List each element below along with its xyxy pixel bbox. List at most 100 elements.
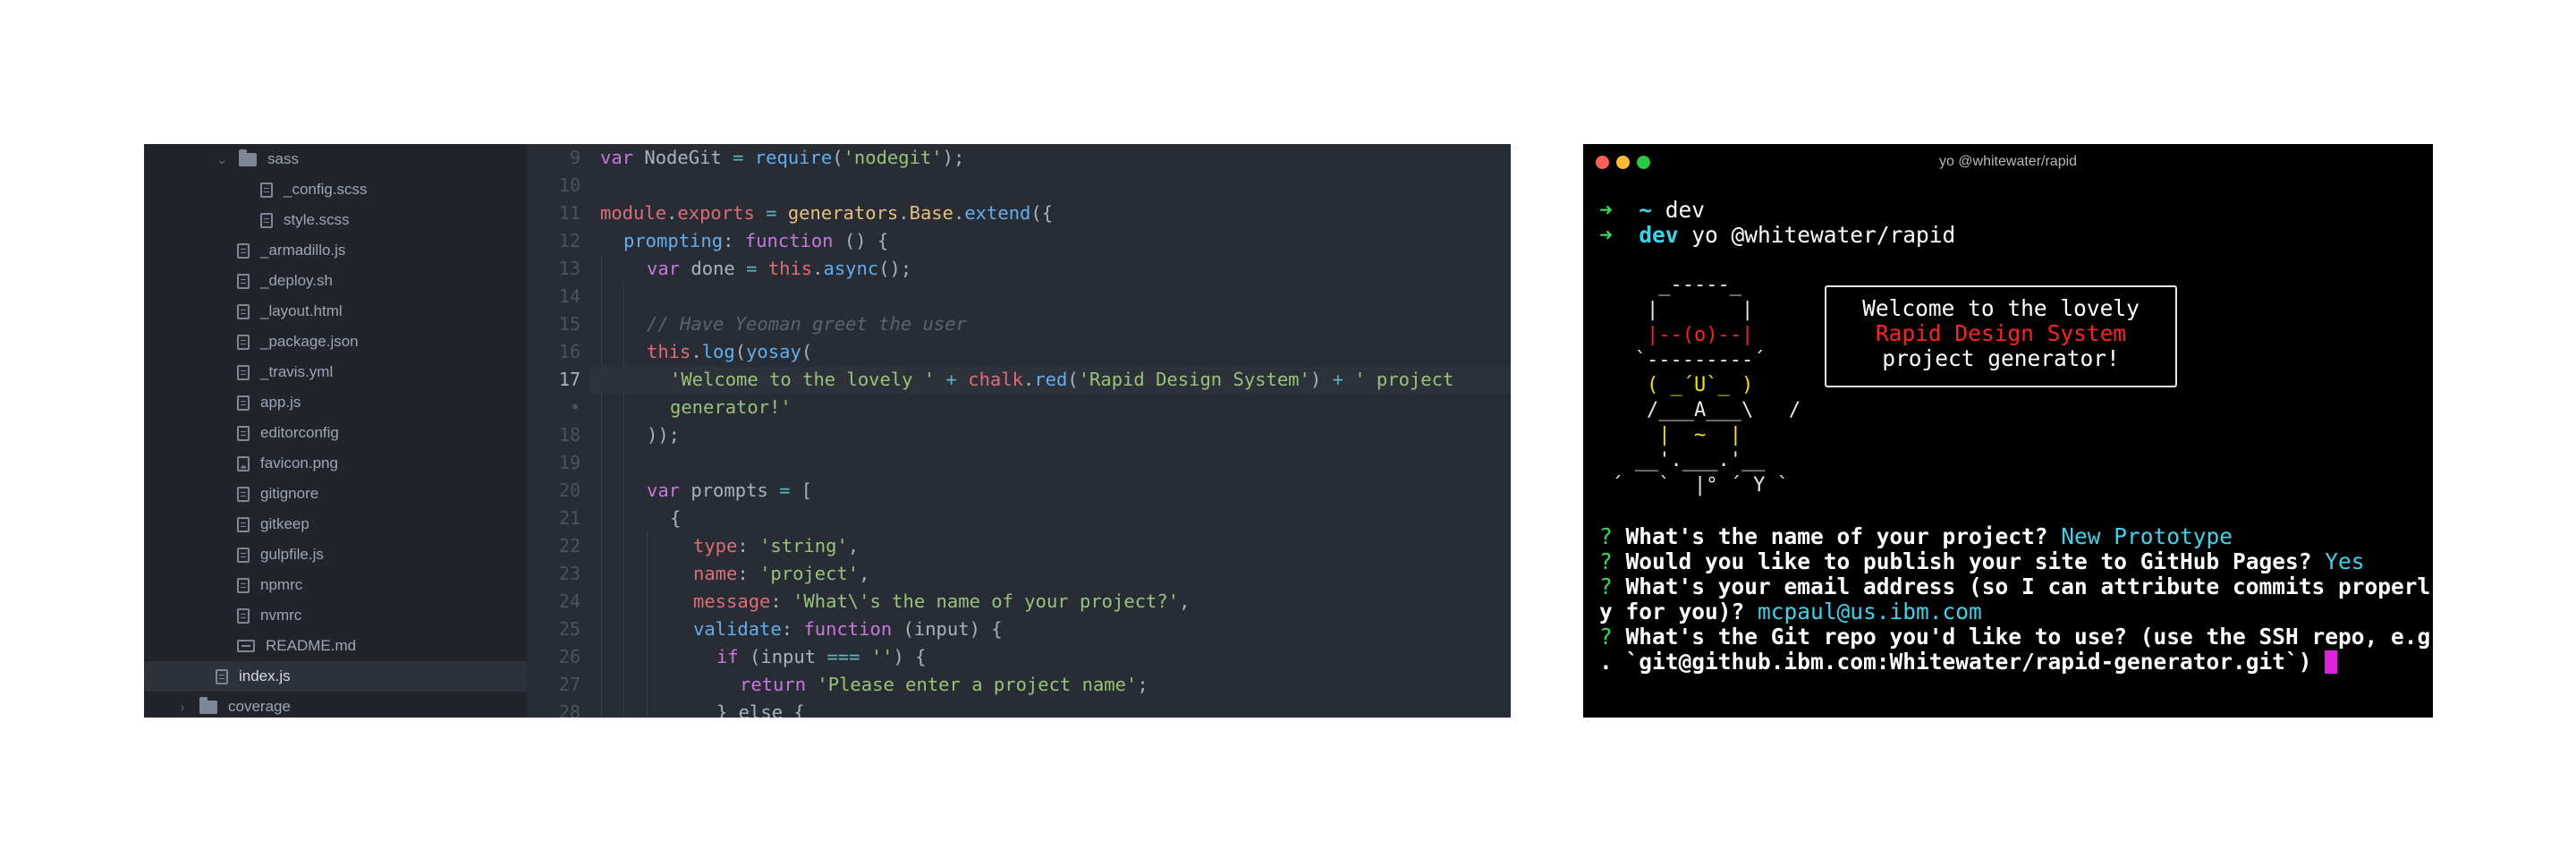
- tree-item-label: sass: [267, 150, 299, 167]
- code-line: return 'Please enter a project name';: [740, 674, 1148, 695]
- prompt-line: y for you)? mcpaul@us.ibm.com: [1599, 599, 1982, 624]
- line-number: 18: [558, 424, 580, 446]
- prompt-line-current[interactable]: . `git@github.ibm.com:Whitewater/rapid-g…: [1599, 650, 2419, 675]
- line-number: 27: [558, 674, 580, 695]
- window-title: yo @whitewater/rapid: [1938, 154, 2078, 169]
- code-line: prompting: function () {: [623, 230, 889, 251]
- line-number: 19: [558, 452, 580, 473]
- code-line: ));: [647, 424, 681, 446]
- chevron-right-icon[interactable]: ›: [174, 692, 191, 718]
- tree-file-package[interactable]: _package.json: [144, 327, 527, 357]
- ascii-line: ´ ` |° ´ Y `: [1599, 474, 1789, 497]
- tree-item-label: index.js: [239, 667, 291, 684]
- tree-file-armadillo[interactable]: _armadillo.js: [144, 235, 527, 266]
- tree-folder-sass[interactable]: ⌄ sass: [144, 144, 527, 174]
- ascii-line: `---------´: [1599, 349, 1766, 371]
- tree-file-gitignore[interactable]: gitignore: [144, 479, 527, 509]
- line-number: 23: [558, 563, 580, 584]
- code-line-wrapped: generator!': [670, 396, 792, 418]
- tree-file-npmrc[interactable]: npmrc: [144, 570, 527, 600]
- tree-file-nvmrc[interactable]: nvmrc: [144, 600, 527, 631]
- code-line: message: 'What\'s the name of your proje…: [693, 590, 1191, 612]
- code-line: var NodeGit = require('nodegit');: [600, 147, 965, 168]
- tree-item-label: gulpfile.js: [260, 546, 324, 563]
- code-line: } else {: [716, 701, 805, 718]
- code-editor-window: ⌄ sass _config.scss style.scss _armadill…: [144, 144, 1511, 718]
- file-icon: [237, 334, 250, 350]
- ascii-line: __'.___.'__: [1599, 449, 1766, 471]
- file-icon: [237, 303, 250, 319]
- tree-file-index-js[interactable]: index.js: [144, 661, 527, 692]
- tree-item-label: _armadillo.js: [260, 242, 346, 259]
- tree-item-label: style.scss: [284, 211, 350, 228]
- line-number: 25: [558, 618, 580, 640]
- terminal-window: yo @whitewater/rapid ➜ ~ dev ➜ dev yo @w…: [1583, 144, 2433, 718]
- tree-file-favicon[interactable]: favicon.png: [144, 448, 527, 479]
- line-number: 20: [558, 480, 580, 501]
- tree-file-readme[interactable]: README.md: [144, 631, 527, 661]
- line-number: 28: [558, 701, 580, 718]
- tree-folder-coverage[interactable]: › coverage: [144, 692, 527, 718]
- file-icon: [216, 668, 228, 684]
- tree-file-travis[interactable]: _travis.yml: [144, 357, 527, 387]
- tree-item-label: _travis.yml: [260, 363, 334, 380]
- line-number: 9: [569, 147, 580, 168]
- folder-open-icon: [239, 149, 257, 166]
- tree-item-label: coverage: [228, 698, 291, 715]
- welcome-message-box: Welcome to the lovely Rapid Design Syste…: [1825, 285, 2177, 387]
- terminal-history-line: ➜ dev yo @whitewater/rapid: [1599, 222, 1956, 248]
- file-icon: [237, 364, 250, 380]
- tree-file-gulpfile[interactable]: gulpfile.js: [144, 539, 527, 570]
- file-icon: [260, 212, 273, 228]
- tree-file-config-scss[interactable]: _config.scss: [144, 174, 527, 205]
- tree-file-editorconfig[interactable]: editorconfig: [144, 418, 527, 448]
- chevron-down-icon[interactable]: ⌄: [214, 144, 230, 174]
- file-icon: [237, 547, 250, 563]
- code-line: module.exports = generators.Base.extend(…: [600, 202, 1054, 224]
- terminal-cursor: [2325, 650, 2338, 674]
- line-wrap-marker: •: [569, 396, 580, 418]
- tree-item-label: _config.scss: [284, 181, 368, 198]
- code-line: var done = this.async();: [647, 258, 912, 279]
- file-icon: [237, 607, 250, 624]
- tree-file-layout[interactable]: _layout.html: [144, 296, 527, 327]
- line-number: 16: [558, 341, 580, 362]
- line-number: 11: [558, 202, 580, 224]
- file-icon: [237, 242, 250, 259]
- tree-item-label: favicon.png: [260, 454, 338, 471]
- tree-item-label: _layout.html: [260, 302, 343, 319]
- terminal-titlebar: yo @whitewater/rapid: [1583, 144, 2433, 180]
- line-number: 12: [558, 230, 580, 251]
- code-line: validate: function (input) {: [693, 618, 1003, 640]
- code-line: // Have Yeoman greet the user: [647, 313, 967, 335]
- ascii-line: | ~ |: [1599, 424, 1741, 446]
- line-number: 24: [558, 590, 580, 612]
- file-icon: [260, 182, 273, 198]
- tree-item-label: _deploy.sh: [260, 272, 333, 289]
- line-number: 14: [558, 285, 580, 307]
- tree-file-app[interactable]: app.js: [144, 387, 527, 418]
- file-icon: [237, 395, 250, 411]
- generator-prompts[interactable]: ? What's the name of your project? New P…: [1599, 524, 2431, 675]
- line-number: 10: [558, 174, 580, 196]
- line-number-gutter: 9 10 11 12 13 14 15 16 17 • 18 19 20 21 …: [527, 144, 589, 718]
- tree-item-label: README.md: [266, 637, 357, 654]
- code-line: name: 'project',: [693, 563, 870, 584]
- line-number: 15: [558, 313, 580, 335]
- markdown-file-icon: [237, 640, 255, 652]
- terminal-history-line: ➜ ~ dev: [1599, 197, 1706, 223]
- code-area[interactable]: var NodeGit = require('nodegit'); module…: [589, 144, 1511, 718]
- tree-file-gitkeep[interactable]: gitkeep: [144, 509, 527, 539]
- line-number: 21: [558, 507, 580, 529]
- prompt-line: ? Would you like to publish your site to…: [1599, 548, 2365, 574]
- tree-item-label: app.js: [260, 394, 301, 411]
- code-line: if (input === '') {: [716, 646, 927, 667]
- prompt-line: ? What's the Git repo you'd like to use?…: [1599, 624, 2431, 650]
- prompt-line: ? What's your email address (so I can at…: [1599, 573, 2431, 599]
- terminal-history: ➜ ~ dev ➜ dev yo @whitewater/rapid: [1599, 198, 2424, 248]
- tree-file-deploy[interactable]: _deploy.sh: [144, 266, 527, 296]
- folder-icon: [199, 696, 217, 714]
- ascii-line: | |: [1599, 299, 1754, 321]
- line-number: 22: [558, 535, 580, 556]
- tree-file-style-scss[interactable]: style.scss: [144, 205, 527, 235]
